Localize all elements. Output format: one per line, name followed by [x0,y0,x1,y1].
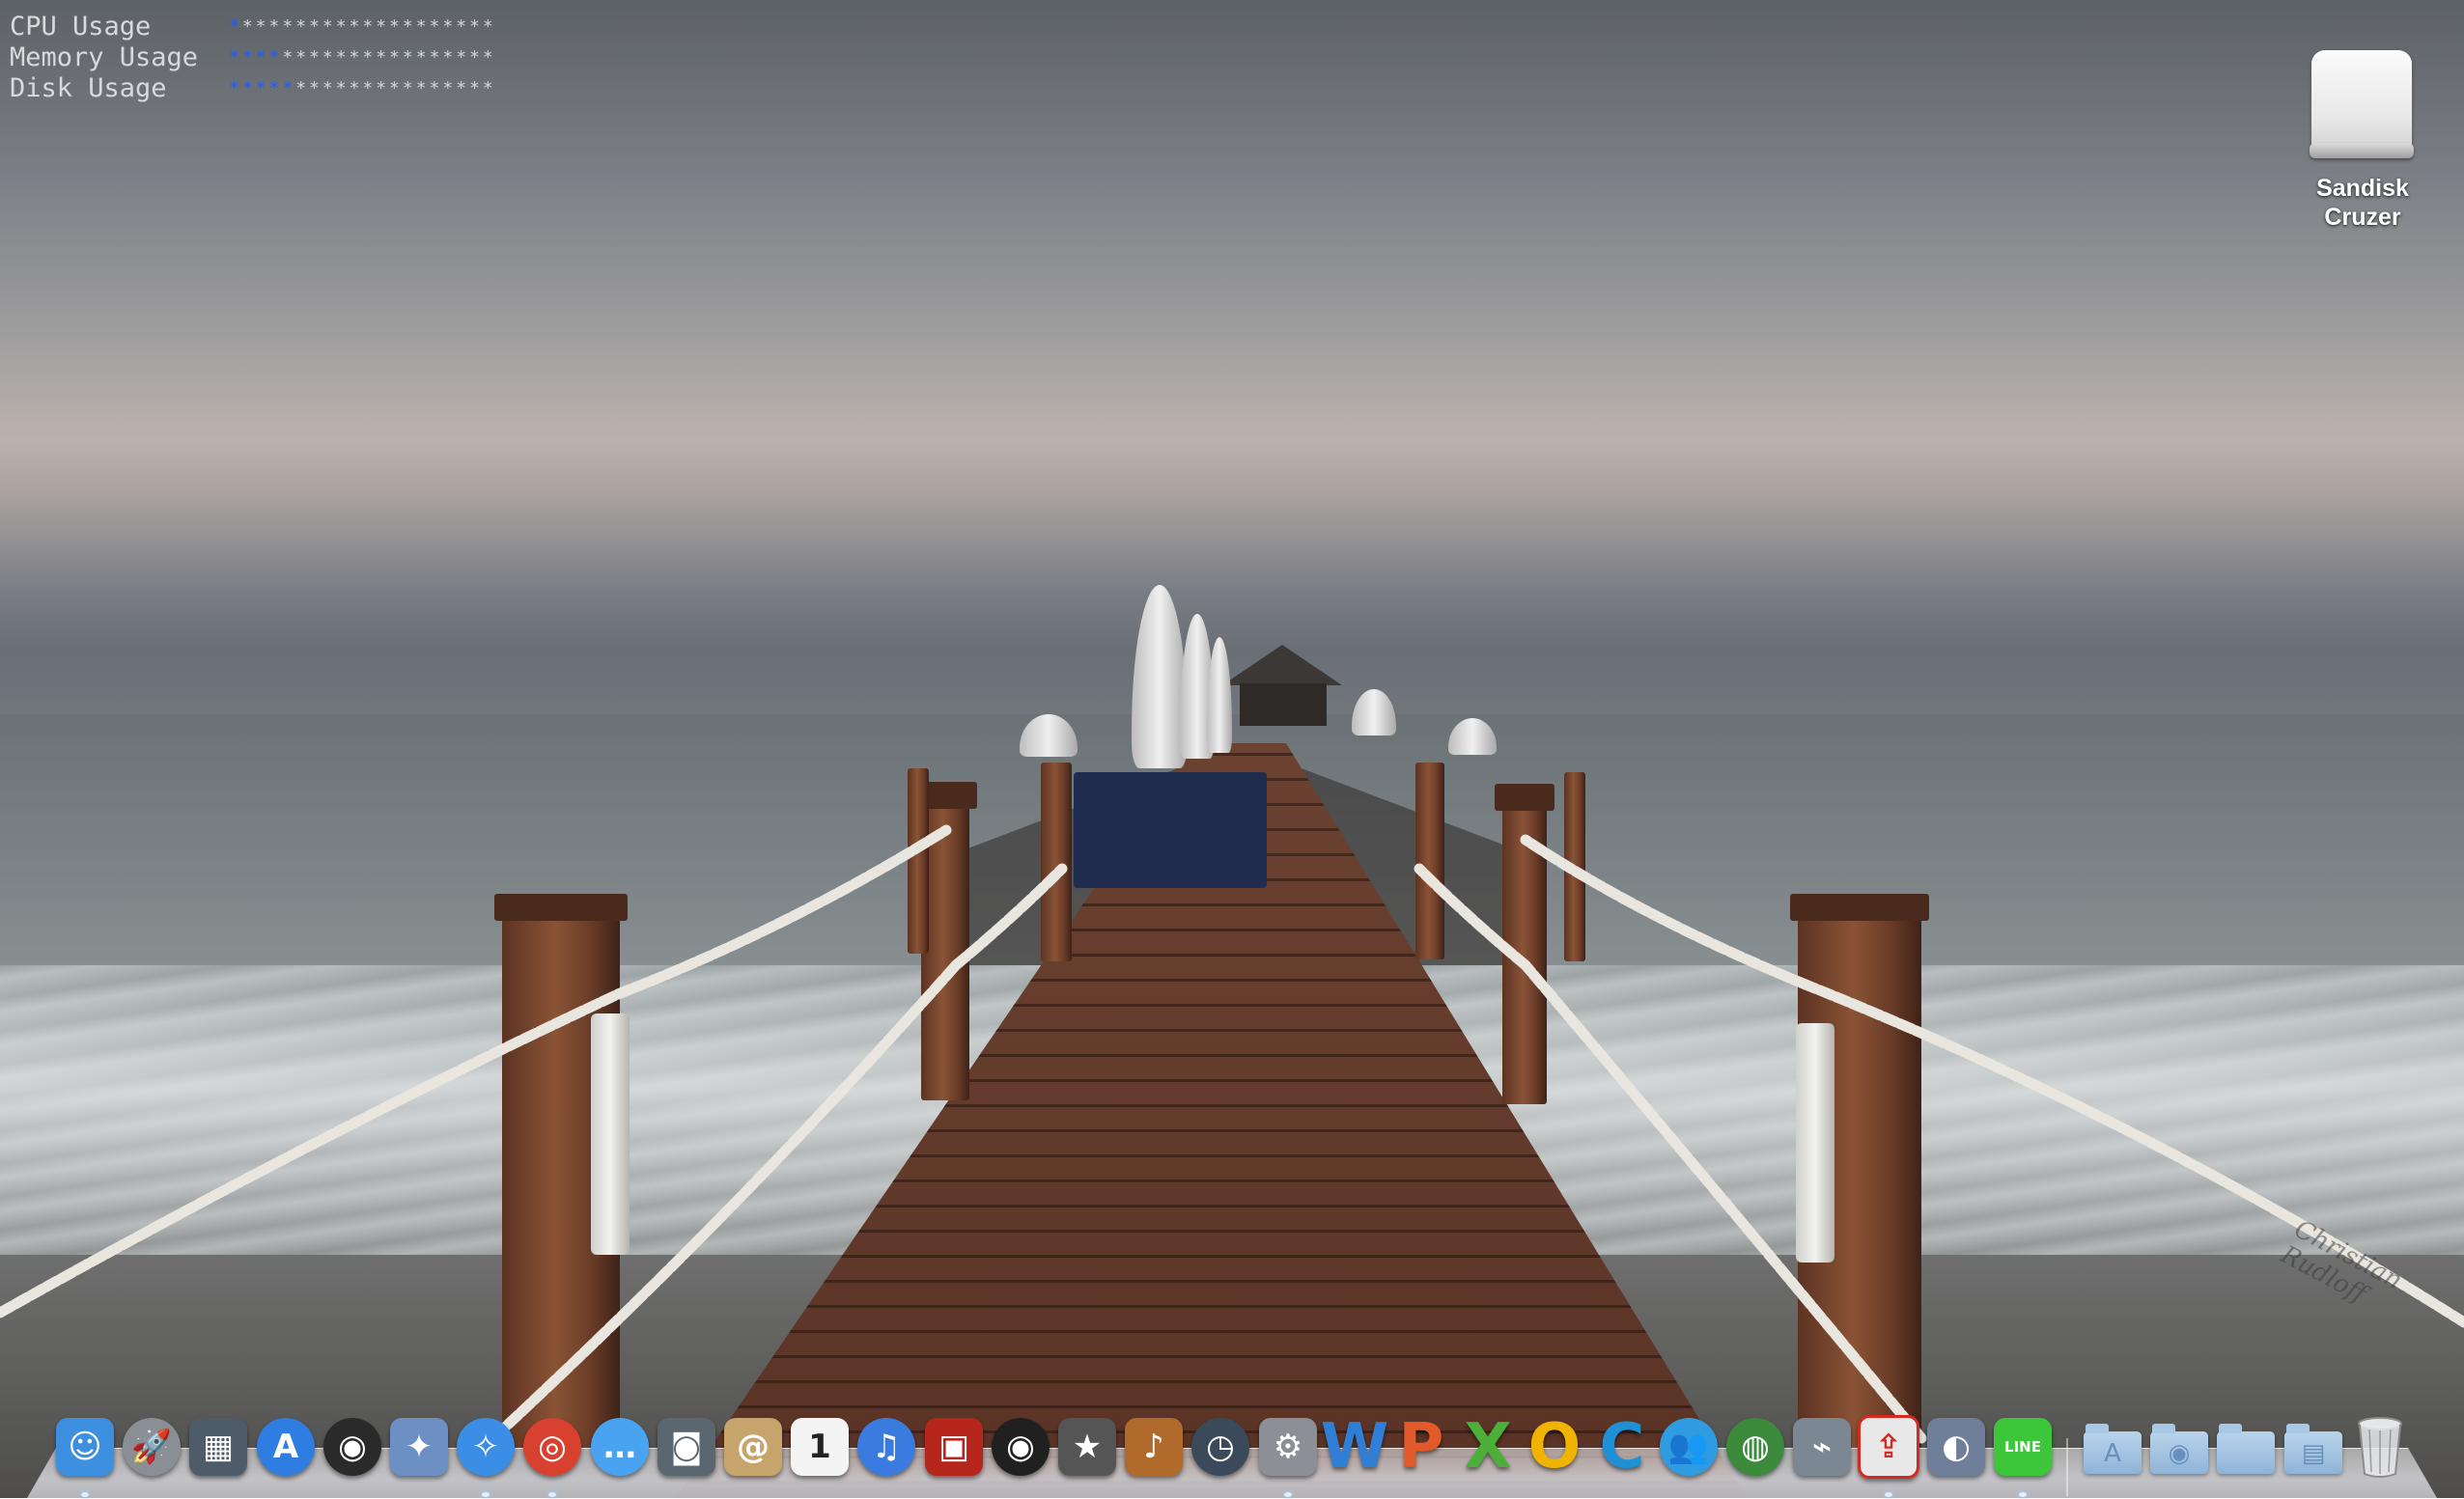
running-indicator [81,1492,89,1497]
running-indicator [548,1492,556,1497]
running-indicator [482,1492,490,1497]
word-icon: W [1320,1411,1389,1483]
monitor-row: Disk Usage ******************** [10,73,496,104]
app-store-icon: A [257,1418,315,1476]
preview-dock-item[interactable]: ✦ [388,1415,450,1479]
image-capture-icon: ◐ [1927,1418,1985,1476]
garageband-icon: ♪ [1125,1418,1183,1476]
garageband-dock-item[interactable]: ♪ [1123,1415,1185,1479]
monitor-usage-bar: ******************** [229,47,496,68]
excel-dock-item[interactable]: X [1457,1411,1519,1483]
messenger-dock-item[interactable]: 👥 [1658,1415,1720,1479]
running-indicator [1284,1492,1292,1497]
outlook-icon: O [1527,1411,1582,1483]
aperture-dock-item[interactable]: ◉ [990,1415,1051,1479]
screenshot-stack-stack[interactable]: ▤ [2282,1415,2344,1479]
facetime-icon: ◙ [658,1418,715,1476]
time-machine-dock-item[interactable]: ◷ [1190,1415,1251,1479]
finder-icon: ☺ [56,1418,114,1476]
photo-booth-icon: ▣ [925,1418,983,1476]
preview-icon: ✦ [390,1418,448,1476]
downloads-folder-icon [2217,1424,2275,1474]
calendar-icon: 1 [791,1418,849,1476]
system-monitor-widget: CPU Usage ******************** Memory Usag… [10,12,496,104]
running-indicator [2019,1492,2027,1497]
communicator-dock-item[interactable]: C [1591,1411,1653,1483]
messages-icon: … [591,1418,649,1476]
word-dock-item[interactable]: W [1320,1411,1389,1483]
monitor-usage-bar: ******************** [229,78,496,98]
finder-dock-item[interactable]: ☺ [54,1415,116,1479]
dashboard-dock-item[interactable]: ◉ [322,1415,383,1479]
downloads-folder-stack[interactable] [2215,1415,2277,1479]
communicator-icon: C [1599,1411,1645,1483]
line-icon: LINE [1994,1418,2052,1476]
app-store-dock-item[interactable]: A [255,1415,317,1479]
monitor-usage-bar: ******************** [229,16,496,37]
chrome-dock-item[interactable]: ◎ [521,1415,583,1479]
monitor-label: Disk Usage [10,73,167,103]
satellite-dish-icon: ⌁ [1793,1418,1851,1476]
applications-folder-icon: A [2084,1424,2142,1474]
network-globe-dock-item[interactable]: ◍ [1724,1415,1786,1479]
dashboard-icon: ◉ [323,1418,381,1476]
share-upload-dock-item[interactable]: ⇪ [1858,1415,1919,1479]
drive-label: Sandisk Cruzer [2316,175,2409,231]
screenshot-stack-icon: ▤ [2284,1424,2342,1474]
photo-booth-dock-item[interactable]: ▣ [923,1415,985,1479]
monitor-row: CPU Usage ******************** [10,12,496,42]
contacts-dock-item[interactable]: @ [722,1415,784,1479]
powerpoint-dock-item[interactable]: P [1390,1411,1452,1483]
satellite-dish-dock-item[interactable]: ⌁ [1791,1415,1853,1479]
imovie-icon: ★ [1058,1418,1116,1476]
documents-folder-icon: ◉ [2150,1424,2208,1474]
network-globe-icon: ◍ [1726,1418,1784,1476]
facetime-dock-item[interactable]: ◙ [656,1415,717,1479]
documents-folder-stack[interactable]: ◉ [2148,1415,2210,1479]
contacts-icon: @ [724,1418,782,1476]
wallpaper-ropes [0,824,2464,1454]
dock: ☺ 🚀 ▦ A ◉ ✦ ✧ ◎… ◙ @1 ♫ ▣ ◉ ★ ♪ ◷ ⚙ W P X O C 👥 ◍ ⌁ ⇪ ◐ LINE A ◉ ▤ [54,1411,2411,1498]
system-preferences-icon: ⚙ [1259,1418,1317,1476]
launchpad-icon: 🚀 [123,1418,181,1476]
powerpoint-icon: P [1398,1411,1444,1483]
safari-dock-item[interactable]: ✧ [455,1415,517,1479]
calendar-dock-item[interactable]: 1 [789,1415,851,1479]
applications-folder-stack[interactable]: A [2082,1415,2143,1479]
share-upload-icon: ⇪ [1858,1415,1919,1479]
monitor-label: Memory Usage [10,42,199,72]
desktop-drive-sandisk-cruzer[interactable]: Sandisk Cruzer [2290,50,2435,232]
messenger-icon: 👥 [1660,1418,1718,1476]
imovie-dock-item[interactable]: ★ [1056,1415,1118,1479]
launchpad-dock-item[interactable]: 🚀 [121,1415,182,1479]
itunes-dock-item[interactable]: ♫ [855,1415,917,1479]
running-indicator [1885,1492,1892,1497]
outlook-dock-item[interactable]: O [1524,1411,1585,1483]
mission-control-dock-item[interactable]: ▦ [187,1415,249,1479]
safari-icon: ✧ [457,1418,515,1476]
itunes-icon: ♫ [857,1418,915,1476]
messages-dock-item[interactable]: … [589,1415,651,1479]
line-dock-item[interactable]: LINE [1992,1415,2054,1479]
monitor-label: CPU Usage [10,12,152,42]
chrome-icon: ◎ [523,1418,581,1476]
external-drive-icon [2310,50,2416,164]
time-machine-icon: ◷ [1191,1418,1249,1476]
system-preferences-dock-item[interactable]: ⚙ [1257,1415,1319,1479]
desktop-wallpaper: Christian Rudloff [0,0,2464,1498]
mission-control-icon: ▦ [189,1418,247,1476]
trash-dock-item[interactable] [2349,1415,2411,1479]
excel-icon: X [1464,1411,1512,1483]
image-capture-dock-item[interactable]: ◐ [1925,1415,1987,1479]
dock-separator [2066,1438,2068,1496]
aperture-icon: ◉ [992,1418,1050,1476]
trash-icon [2358,1417,2402,1478]
monitor-row: Memory Usage ******************** [10,42,496,73]
